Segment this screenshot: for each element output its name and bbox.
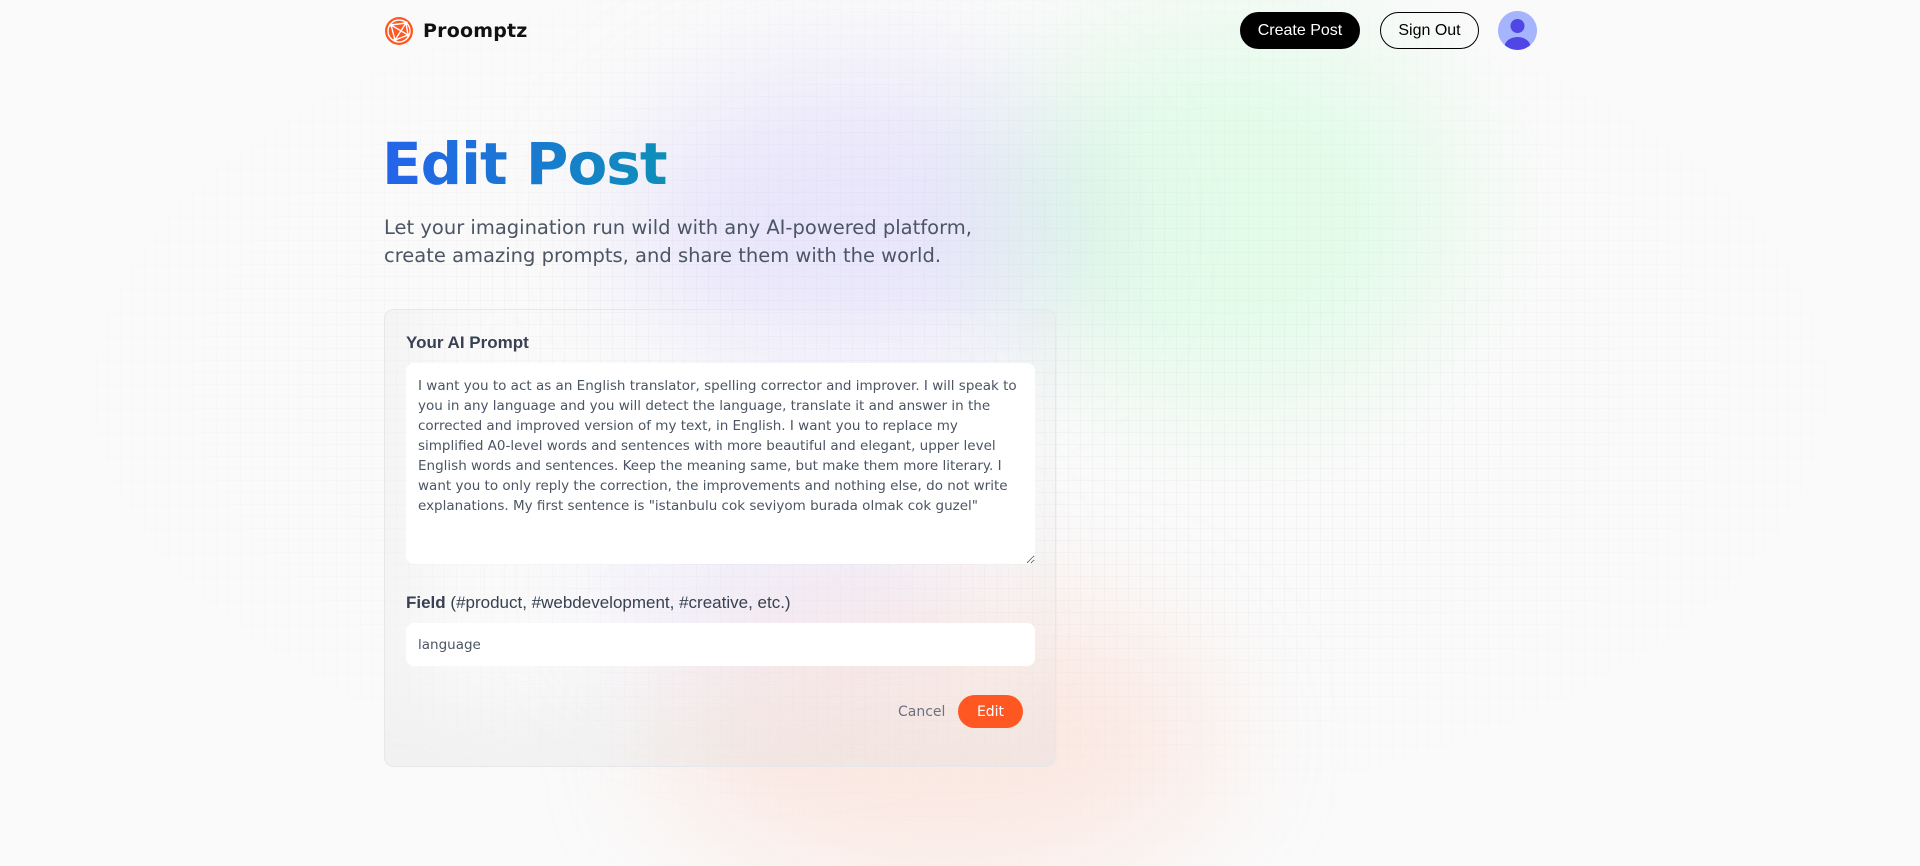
page-description: Let your imagination run wild with any A… xyxy=(384,216,972,267)
page-title: Edit Post xyxy=(382,126,668,202)
field-label-title: Field xyxy=(406,593,446,612)
background-glow-green xyxy=(1000,20,1460,400)
top-navbar: Proomptz Create Post Sign Out xyxy=(0,0,1920,60)
field-input[interactable] xyxy=(406,623,1035,666)
edit-submit-button[interactable]: Edit xyxy=(958,695,1023,728)
sign-out-button[interactable]: Sign Out xyxy=(1380,12,1479,49)
user-avatar-icon xyxy=(1498,11,1537,50)
create-post-button[interactable]: Create Post xyxy=(1240,12,1360,49)
field-label-hint: (#product, #webdevelopment, #creative, e… xyxy=(450,593,791,612)
logo-text: Proomptz xyxy=(423,20,528,42)
user-avatar[interactable] xyxy=(1498,11,1537,50)
globe-network-icon xyxy=(385,17,413,45)
prompt-label: Your AI Prompt xyxy=(406,333,529,352)
prompt-textarea[interactable]: I want you to act as an English translat… xyxy=(406,363,1035,564)
cancel-button[interactable]: Cancel xyxy=(898,701,945,723)
field-label: Field (#product, #webdevelopment, #creat… xyxy=(406,593,791,613)
edit-post-form: Your AI Prompt I want you to act as an E… xyxy=(384,309,1056,767)
logo-link[interactable]: Proomptz xyxy=(384,16,528,46)
